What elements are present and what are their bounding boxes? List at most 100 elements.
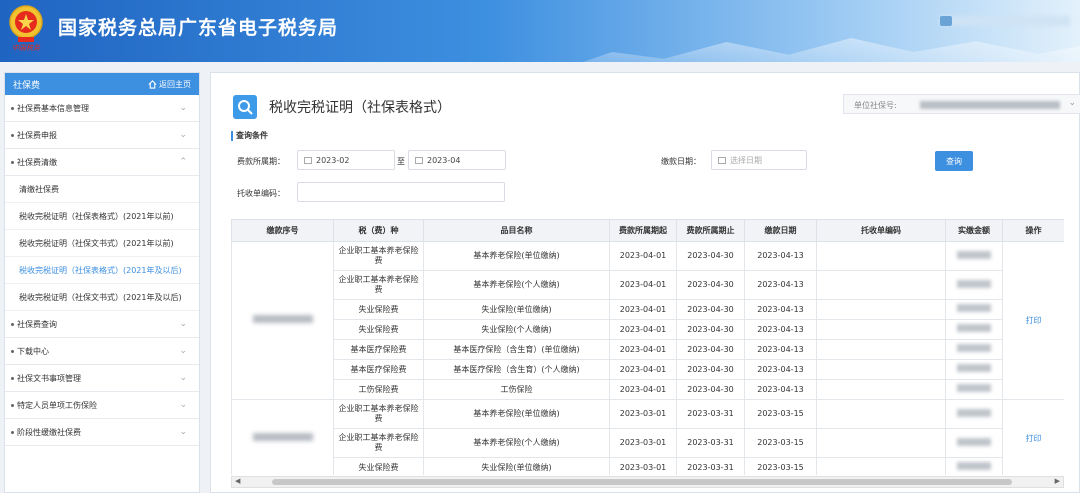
col-header-period-start[interactable]: 费款所属期起: [609, 219, 677, 242]
print-link[interactable]: 打印: [1026, 434, 1042, 443]
entrust-code-input[interactable]: [297, 182, 505, 202]
sidebar-subitem-cert-table-pre2021[interactable]: 税收完税证明（社保表格式）(2021年以前): [5, 203, 199, 230]
period-start-cell: 2023-04-01: [609, 299, 677, 320]
pay-date-input[interactable]: 选择日期: [711, 150, 807, 170]
sidebar-item-query[interactable]: 社保费查询 ⌄: [5, 311, 199, 338]
amount-redacted: [957, 437, 991, 446]
period-start-cell: 2023-04-01: [609, 270, 677, 300]
tax-type-cell: 基本医疗保险费: [333, 359, 424, 380]
result-table-container: 缴款序号 税（费）种 品目名称 费款所属期起 费款所属期止 缴款日期 托收单编码…: [231, 219, 1064, 475]
table-header-row: 缴款序号 税（费）种 品目名称 费款所属期起 费款所属期止 缴款日期 托收单编码…: [231, 219, 1064, 242]
period-start-input[interactable]: 2023-02: [297, 150, 395, 170]
table-row: 企业职工基本养老保险费 基本养老保险(个人缴纳) 2023-04-01 2023…: [232, 270, 1065, 300]
col-header-period-end[interactable]: 费款所属期止: [676, 219, 745, 242]
sidebar-subitem-settle-fee[interactable]: 清缴社保费: [5, 176, 199, 203]
item-name-cell: 基本养老保险(单位缴纳): [423, 399, 610, 429]
sidebar-subitem-cert-table-2021[interactable]: 税收完税证明（社保表格式）(2021年及以后): [5, 257, 199, 284]
col-header-pay-seq[interactable]: 缴款序号: [231, 219, 334, 242]
amount-cell: [945, 379, 1003, 400]
chevron-up-icon: ⌃: [179, 157, 187, 167]
pay-date-cell: 2023-04-13: [744, 299, 817, 320]
unit-select-label: 单位社保号:: [854, 101, 897, 110]
amount-redacted: [957, 408, 991, 417]
sidebar-item-label: 社保文书事项管理: [17, 373, 81, 383]
period-end-cell: 2023-04-30: [676, 270, 745, 300]
amount-redacted: [957, 324, 991, 332]
tax-type-cell: 企业职工基本养老保险费: [333, 270, 424, 300]
period-start-cell: 2023-03-01: [609, 457, 677, 475]
period-start-cell: 2023-04-01: [609, 379, 677, 400]
entrust-code-cell: [816, 379, 946, 400]
sidebar-item-label: 社保费清缴: [17, 157, 57, 167]
sidebar-title: 社保费: [13, 80, 41, 91]
bullet-icon: [11, 403, 14, 407]
sidebar-item-documents[interactable]: 社保文书事项管理 ⌄: [5, 365, 199, 392]
pay-date-placeholder: 选择日期: [730, 155, 762, 165]
main-panel: 税收完税证明（社保表格式） 单位社保号: ⌄ 查询条件 费款所属期： 2023-…: [210, 72, 1080, 493]
period-end-value: 2023-04: [427, 155, 461, 165]
site-title: 国家税务总局广东省电子税务局: [58, 17, 339, 39]
tax-type-cell: 企业职工基本养老保险费: [333, 399, 424, 429]
col-header-entrust-code[interactable]: 托收单编码: [816, 219, 946, 242]
sidebar-item-settlement[interactable]: 社保费清缴 ⌃: [5, 149, 199, 176]
unit-select-value-redacted: [920, 101, 1060, 109]
sidebar-header: 社保费 返回主页: [5, 73, 199, 95]
horizontal-scrollbar[interactable]: ◀ ▶: [231, 476, 1064, 488]
amount-cell: [945, 359, 1003, 380]
return-home-link[interactable]: 返回主页: [148, 79, 191, 90]
query-button[interactable]: 查询: [935, 151, 973, 171]
user-info-redacted[interactable]: [940, 16, 1070, 26]
item-name-cell: 失业保险(单位缴纳): [423, 299, 610, 320]
pay-seq-cell: [231, 399, 334, 475]
item-name-cell: 失业保险(单位缴纳): [423, 457, 610, 475]
entrust-code-cell: [816, 428, 946, 458]
bullet-icon: [11, 133, 14, 137]
print-link[interactable]: 打印: [1026, 316, 1042, 325]
bullet-icon: [11, 322, 14, 326]
pay-date-cell: 2023-04-13: [744, 319, 817, 340]
period-start-cell: 2023-04-01: [609, 319, 677, 340]
scroll-right-icon[interactable]: ▶: [1055, 477, 1060, 485]
period-end-cell: 2023-03-31: [676, 399, 745, 429]
pay-seq-redacted: [252, 433, 313, 441]
amount-redacted: [957, 344, 991, 352]
col-header-item-name[interactable]: 品目名称: [423, 219, 610, 242]
scroll-left-icon[interactable]: ◀: [235, 477, 240, 485]
item-name-cell: 失业保险(个人缴纳): [423, 319, 610, 340]
bullet-icon: [11, 430, 14, 434]
table-row: 基本医疗保险费 基本医疗保险（含生育）(单位缴纳) 2023-04-01 202…: [232, 339, 1065, 360]
sidebar-item-deferral[interactable]: 阶段性缓缴社保费 ⌄: [5, 419, 199, 446]
col-header-tax-type[interactable]: 税（费）种: [333, 219, 424, 242]
tax-type-cell: 失业保险费: [333, 457, 424, 475]
amount-cell: [945, 299, 1003, 320]
col-header-pay-date[interactable]: 缴款日期: [744, 219, 817, 242]
period-end-cell: 2023-03-31: [676, 457, 745, 475]
user-avatar[interactable]: [940, 16, 952, 26]
sidebar-item-declare[interactable]: 社保费申报 ⌄: [5, 122, 199, 149]
entrust-code-cell: [816, 319, 946, 340]
period-end-input[interactable]: 2023-04: [408, 150, 506, 170]
sidebar-subitem-cert-doc-pre2021[interactable]: 税收完税证明（社保文书式）(2021年以前): [5, 230, 199, 257]
entrust-code-cell: [816, 270, 946, 300]
unit-social-security-select[interactable]: 单位社保号: ⌄: [843, 94, 1080, 114]
table-row: 失业保险费 失业保险(单位缴纳) 2023-04-01 2023-04-30 2…: [232, 299, 1065, 320]
chevron-down-icon: ⌄: [179, 400, 187, 410]
period-start-cell: 2023-04-01: [609, 359, 677, 380]
table-row: 基本医疗保险费 基本医疗保险（含生育）(个人缴纳) 2023-04-01 202…: [232, 359, 1065, 380]
sidebar-item-injury[interactable]: 特定人员单项工伤保险 ⌄: [5, 392, 199, 419]
pay-date-cell: 2023-04-13: [744, 359, 817, 380]
sidebar-item-basic-info[interactable]: 社保费基本信息管理 ⌄: [5, 95, 199, 122]
search-icon: [233, 95, 257, 119]
pay-date-cell: 2023-04-13: [744, 270, 817, 300]
col-header-action[interactable]: 操作: [1002, 219, 1064, 242]
amount-redacted: [957, 279, 991, 288]
sidebar-item-download[interactable]: 下载中心 ⌄: [5, 338, 199, 365]
period-end-cell: 2023-03-31: [676, 428, 745, 458]
sidebar-item-label: 下载中心: [17, 346, 49, 356]
period-end-cell: 2023-04-30: [676, 299, 745, 320]
amount-redacted: [957, 364, 991, 372]
sidebar-subitem-cert-doc-2021[interactable]: 税收完税证明（社保文书式）(2021年及以后): [5, 284, 199, 311]
scrollbar-thumb[interactable]: [272, 479, 1012, 485]
col-header-amount[interactable]: 实缴金额: [945, 219, 1003, 242]
tax-emblem-icon: [9, 5, 43, 42]
